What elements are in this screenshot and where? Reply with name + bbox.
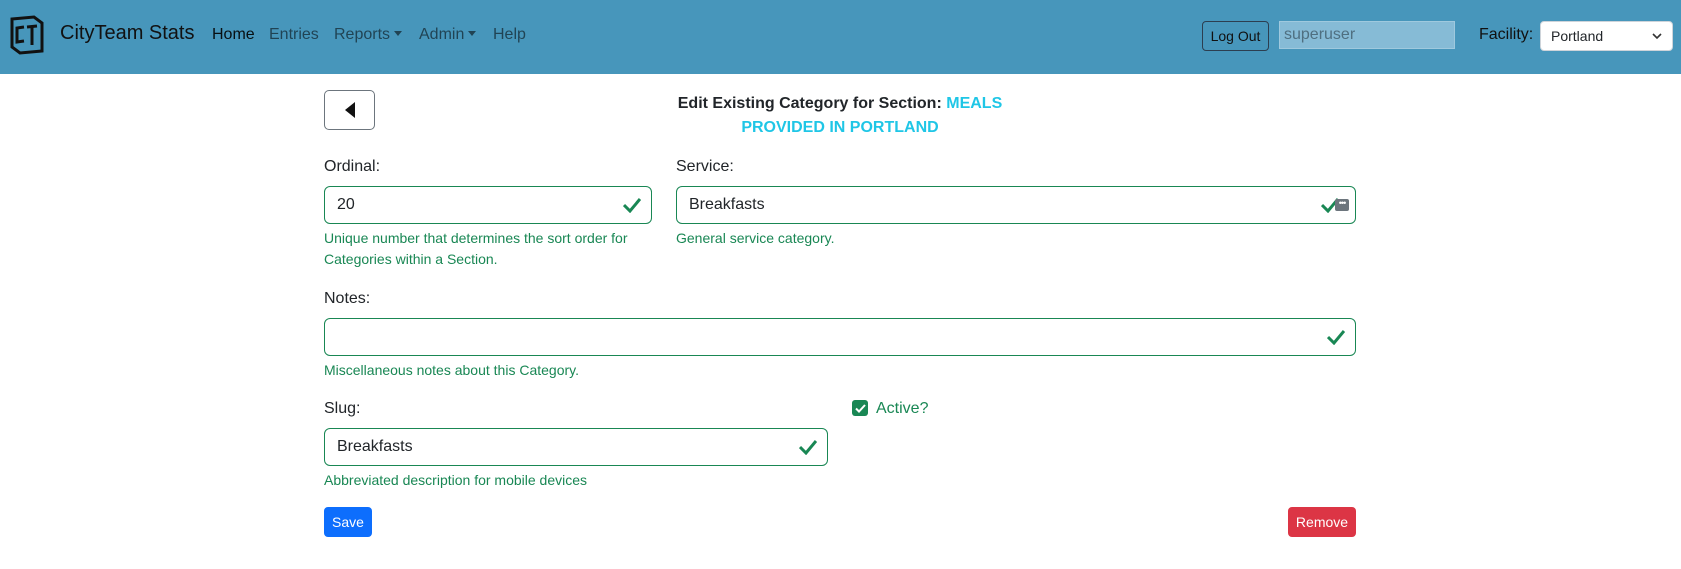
notes-field[interactable] bbox=[324, 318, 1356, 356]
ordinal-value: 20 bbox=[337, 196, 355, 213]
facility-select[interactable]: Portland bbox=[1540, 21, 1673, 51]
slug-field[interactable]: Breakfasts bbox=[324, 428, 828, 466]
notes-help: Miscellaneous notes about this Category. bbox=[324, 362, 579, 378]
service-help: General service category. bbox=[676, 230, 835, 246]
notes-label: Notes: bbox=[324, 290, 371, 307]
slug-help: Abbreviated description for mobile devic… bbox=[324, 472, 588, 488]
ordinal-help-line1: Unique number that determines the sort o… bbox=[324, 230, 628, 246]
check-icon bbox=[854, 403, 866, 413]
title-prefix: Edit Existing Category for Section: bbox=[677, 95, 942, 112]
cityteam-logo-icon[interactable] bbox=[8, 15, 46, 55]
caret-left-icon bbox=[344, 102, 355, 118]
check-icon bbox=[1327, 330, 1345, 345]
save-button[interactable]: Save bbox=[324, 507, 372, 537]
section-name-line2: PROVIDED IN PORTLAND bbox=[741, 119, 939, 136]
section-name-line1: MEALS bbox=[946, 95, 1003, 112]
chevron-down-icon bbox=[468, 31, 477, 36]
remove-button[interactable]: Remove bbox=[1288, 507, 1356, 537]
page-title: Edit Existing Category for Section: MEAL… bbox=[600, 92, 1080, 140]
password-manager-icon[interactable]: ••• bbox=[1335, 199, 1349, 211]
nav-reports[interactable]: Reports bbox=[334, 26, 403, 44]
slug-value: Breakfasts bbox=[337, 438, 413, 455]
nav-admin[interactable]: Admin bbox=[419, 26, 477, 44]
username-field[interactable] bbox=[1279, 21, 1455, 49]
nav-admin-label: Admin bbox=[419, 26, 465, 43]
facility-label: Facility: bbox=[1479, 26, 1534, 43]
chevron-down-icon bbox=[1652, 33, 1662, 40]
active-checkbox[interactable] bbox=[852, 400, 868, 416]
nav-entries[interactable]: Entries bbox=[269, 26, 319, 44]
nav-reports-label: Reports bbox=[334, 26, 391, 43]
logout-button[interactable]: Log Out bbox=[1202, 21, 1269, 51]
check-icon bbox=[799, 440, 817, 455]
brand-title[interactable]: CityTeam Stats bbox=[60, 22, 194, 45]
nav-help[interactable]: Help bbox=[493, 26, 526, 44]
ordinal-help: Unique number that determines the sort o… bbox=[324, 228, 628, 270]
navbar: CityTeam Stats Home Entries Reports Admi… bbox=[0, 0, 1681, 74]
check-icon bbox=[623, 198, 641, 213]
ordinal-label: Ordinal: bbox=[324, 158, 381, 175]
service-value: Breakfasts bbox=[689, 196, 765, 213]
ordinal-field[interactable]: 20 bbox=[324, 186, 652, 224]
chevron-down-icon bbox=[394, 31, 403, 36]
service-label: Service: bbox=[676, 158, 734, 175]
ordinal-help-line2: Categories within a Section. bbox=[324, 251, 498, 267]
active-label[interactable]: Active? bbox=[876, 400, 928, 418]
service-field[interactable]: Breakfasts ••• bbox=[676, 186, 1356, 224]
facility-selected-value: Portland bbox=[1551, 28, 1604, 44]
nav-home[interactable]: Home bbox=[212, 26, 255, 44]
back-button[interactable] bbox=[324, 90, 375, 130]
slug-label: Slug: bbox=[324, 400, 361, 417]
